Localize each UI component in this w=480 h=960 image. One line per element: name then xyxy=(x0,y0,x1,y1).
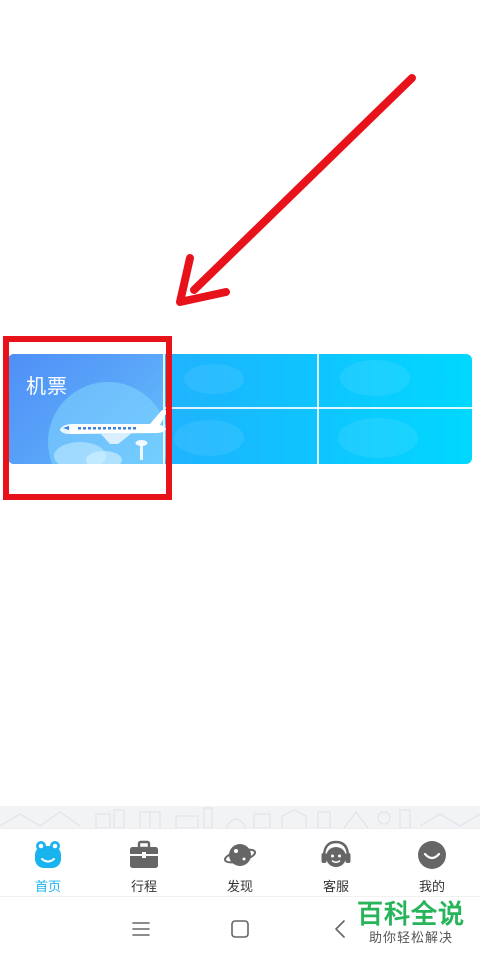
tab-customer-service-label: 客服 xyxy=(322,880,349,895)
service-cell-top-middle[interactable] xyxy=(164,354,318,407)
watermark-subtitle: 助你轻松解决 xyxy=(368,931,453,946)
planet-icon xyxy=(224,844,256,866)
tab-trips[interactable]: 行程 xyxy=(96,829,192,895)
briefcase-icon xyxy=(130,840,158,868)
service-cell-bottom-middle[interactable] xyxy=(164,408,318,464)
tab-discover[interactable]: 发现 xyxy=(192,829,288,895)
back-chevron-icon[interactable] xyxy=(328,917,352,941)
screen: 机票 首页 行程 发现 客服 我的 百科全说 助你轻松解决 xyxy=(0,0,480,960)
highlight-box xyxy=(3,336,172,500)
tab-trips-label: 行程 xyxy=(130,880,157,895)
home-square-icon[interactable] xyxy=(228,917,252,941)
tab-me-label: 我的 xyxy=(418,880,445,895)
smile-icon xyxy=(418,841,446,869)
bottom-tab-bar: 首页 行程 发现 客服 我的 xyxy=(0,828,480,896)
service-cell-top-right[interactable] xyxy=(318,354,472,407)
grid-divider-right xyxy=(317,354,319,464)
tab-home-label: 首页 xyxy=(34,880,61,895)
headset-icon xyxy=(321,840,351,867)
watermark-title: 百科全说 xyxy=(356,900,465,930)
grid-divider-middle xyxy=(164,407,472,409)
tab-home[interactable]: 首页 xyxy=(0,829,96,895)
decorative-pattern-band xyxy=(0,806,480,830)
tab-me[interactable]: 我的 xyxy=(384,829,480,895)
home-face-icon xyxy=(35,841,61,868)
watermark: 百科全说 助你轻松解决 xyxy=(356,900,466,948)
city-pattern-icon xyxy=(0,807,480,829)
menu-icon[interactable] xyxy=(129,917,153,941)
service-cell-bottom-right[interactable] xyxy=(318,408,472,464)
tab-customer-service[interactable]: 客服 xyxy=(288,829,384,895)
tab-discover-label: 发现 xyxy=(226,880,253,895)
